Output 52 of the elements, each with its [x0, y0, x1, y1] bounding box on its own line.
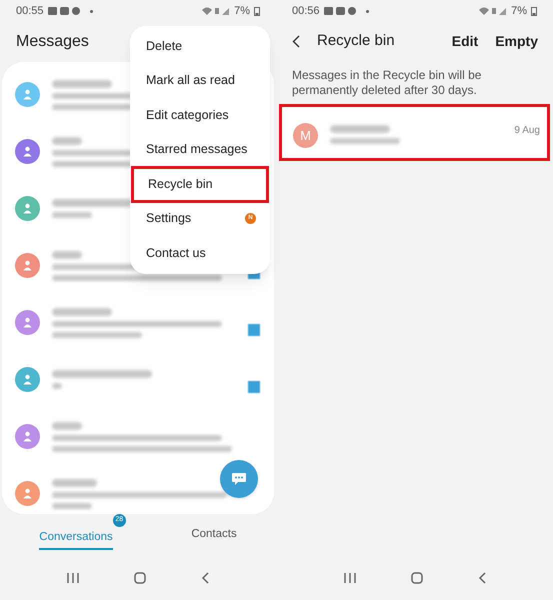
screen-title: Recycle bin — [317, 30, 396, 51]
action-button[interactable]: Edit — [452, 30, 478, 52]
action-button[interactable]: Empty — [495, 30, 538, 52]
recent-apps-icon[interactable] — [67, 572, 80, 584]
menu-item-label: Delete — [146, 38, 182, 55]
blurred-preview — [52, 212, 92, 218]
tab[interactable]: Contacts — [191, 526, 237, 548]
back-icon[interactable] — [292, 34, 300, 48]
chat-bubble-icon — [231, 472, 247, 486]
menu-item-label: Starred messages — [146, 141, 248, 158]
signal-icons — [479, 6, 508, 16]
home-icon[interactable] — [410, 572, 422, 584]
home-icon[interactable] — [134, 572, 146, 584]
menu-item[interactable]: Recycle bin — [132, 167, 268, 202]
battery-level: 7% — [234, 4, 250, 19]
battery-icon — [254, 6, 260, 16]
menu-item-label: Edit categories — [146, 106, 229, 124]
notification-icons — [324, 7, 358, 15]
screen-title: Messages — [16, 33, 89, 50]
menu-item-label: Mark all as read — [146, 72, 235, 90]
blurred-name — [330, 125, 390, 133]
menu-item-label: Settings — [146, 210, 192, 228]
blurred-name — [52, 136, 82, 144]
menu-item-label: Contact us — [146, 244, 206, 262]
menu-item[interactable]: Edit categories — [130, 98, 270, 132]
blurred-name — [52, 308, 112, 316]
deleted-message-row[interactable]: M 9 Aug — [279, 104, 550, 161]
menu-item[interactable]: Starred messages — [130, 132, 270, 167]
blurred-preview — [52, 502, 92, 508]
blurred-name — [52, 422, 82, 430]
notification-icons — [48, 7, 82, 15]
menu-item[interactable]: Delete — [130, 29, 270, 64]
status-time: 00:56 — [292, 4, 320, 19]
back-icon[interactable] — [200, 572, 209, 584]
signal-icons — [202, 6, 230, 16]
battery-icon — [531, 6, 537, 16]
blurred-preview — [330, 138, 400, 144]
back-icon[interactable] — [478, 572, 486, 584]
recent-apps-icon[interactable] — [344, 572, 356, 584]
menu-item[interactable]: Contact us — [130, 236, 270, 270]
blurred-name — [52, 80, 112, 88]
blurred-preview — [52, 383, 62, 389]
menu-item-label: Recycle bin — [148, 176, 213, 193]
compose-button[interactable] — [220, 460, 258, 498]
status-time: 00:55 — [16, 4, 44, 19]
contact-avatar: M — [293, 123, 318, 148]
message-date: 9 Aug — [514, 124, 540, 138]
blurred-name — [52, 478, 97, 486]
notice-text: Messages in the Recycle bin will be permanently deleted after 30 days. — [291, 67, 482, 99]
battery-level: 7% — [511, 4, 527, 19]
blurred-name — [52, 250, 82, 258]
menu-item[interactable]: Mark all as read — [130, 64, 270, 98]
